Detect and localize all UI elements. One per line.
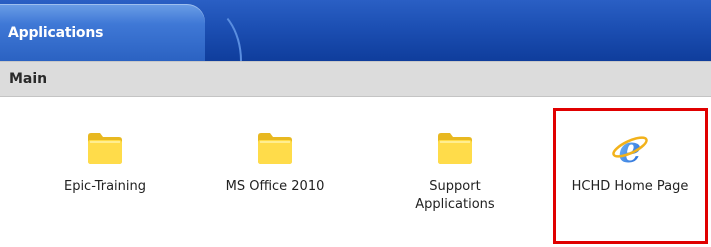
folder-icon	[435, 130, 475, 166]
app-label-line2: Applications	[415, 197, 495, 212]
tab-strip: Applications	[0, 0, 711, 61]
app-label: Epic-Training	[63, 179, 147, 194]
section-title: Main	[9, 71, 48, 87]
highlight-box	[553, 108, 708, 244]
tab-applications-label: Applications	[8, 25, 104, 41]
app-epic-training[interactable]: Epic-Training	[30, 130, 180, 196]
tab-applications[interactable]: Applications	[0, 4, 205, 61]
folder-icon	[255, 130, 295, 166]
app-support-applications[interactable]: Support Applications	[380, 130, 530, 214]
section-header: Main	[0, 61, 711, 97]
app-label-line1: Support	[429, 179, 481, 194]
folder-icon	[85, 130, 125, 166]
applications-window: Applications Main Epic-Training MS Offic…	[0, 0, 711, 247]
app-label: MS Office 2010	[225, 179, 325, 194]
app-ms-office-2010[interactable]: MS Office 2010	[200, 130, 350, 196]
